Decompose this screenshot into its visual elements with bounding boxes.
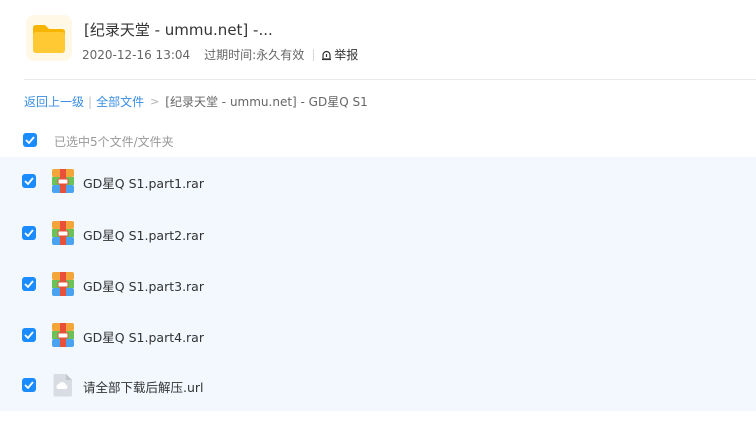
share-title: [纪录天堂 - ummu.net] -... bbox=[84, 21, 273, 39]
file-name[interactable]: GD星Q S1.part3.rar bbox=[83, 276, 204, 295]
file-list: GD星Q S1.part1.rar GD星Q S1.part2.rar GD星Q… bbox=[0, 157, 756, 411]
rar-archive-icon bbox=[52, 169, 74, 193]
file-checkbox[interactable] bbox=[22, 378, 36, 392]
selection-bar: 已选中5个文件/文件夹 bbox=[0, 128, 756, 154]
file-row[interactable]: GD星Q S1.part3.rar bbox=[0, 260, 756, 308]
header-divider bbox=[24, 79, 756, 80]
select-all-checkbox[interactable] bbox=[23, 133, 37, 147]
share-meta: 2020-12-16 13:04 过期时间: 永久有效 举报 bbox=[82, 46, 358, 63]
rar-archive-icon bbox=[52, 323, 74, 347]
file-checkbox[interactable] bbox=[22, 226, 36, 240]
checkmark-icon bbox=[24, 381, 34, 389]
url-file-icon bbox=[53, 374, 72, 397]
file-checkbox[interactable] bbox=[22, 174, 36, 188]
expire-label: 过期时间: bbox=[204, 48, 257, 62]
file-checkbox[interactable] bbox=[22, 277, 36, 291]
checkmark-icon bbox=[24, 177, 34, 185]
breadcrumb-current: [纪录天堂 - ummu.net] - GD星Q S1 bbox=[165, 95, 368, 109]
meta-divider bbox=[313, 48, 315, 61]
checkmark-icon bbox=[24, 331, 34, 339]
report-icon bbox=[322, 50, 332, 60]
checkmark-icon bbox=[24, 280, 34, 288]
file-row[interactable]: 请全部下载后解压.url bbox=[0, 361, 756, 409]
file-row[interactable]: GD星Q S1.part4.rar bbox=[0, 311, 756, 359]
file-checkbox[interactable] bbox=[22, 328, 36, 342]
file-name[interactable]: GD星Q S1.part1.rar bbox=[83, 173, 204, 192]
file-name[interactable]: GD星Q S1.part2.rar bbox=[83, 225, 204, 244]
breadcrumb: 返回上一级 | 全部文件 > [纪录天堂 - ummu.net] - GD星Q … bbox=[24, 93, 368, 110]
share-date: 2020-12-16 13:04 bbox=[82, 47, 191, 62]
folder-icon bbox=[26, 15, 72, 61]
breadcrumb-all-files-link[interactable]: 全部文件 bbox=[96, 93, 144, 110]
chevron-right-icon: > bbox=[150, 95, 160, 108]
rar-archive-icon bbox=[52, 272, 74, 296]
file-row[interactable]: GD星Q S1.part2.rar bbox=[0, 209, 756, 257]
breadcrumb-back-link[interactable]: 返回上一级 bbox=[24, 93, 84, 110]
share-header: [纪录天堂 - ummu.net] -... 2020-12-16 13:04 … bbox=[0, 0, 756, 80]
checkmark-icon bbox=[25, 136, 35, 144]
rar-archive-icon bbox=[52, 221, 74, 245]
checkmark-icon bbox=[24, 229, 34, 237]
file-row[interactable]: GD星Q S1.part1.rar bbox=[0, 157, 756, 205]
expire-value: 永久有效 bbox=[256, 48, 305, 62]
selection-count-text: 已选中5个文件/文件夹 bbox=[54, 135, 174, 149]
file-name[interactable]: 请全部下载后解压.url bbox=[83, 377, 204, 396]
breadcrumb-separator: | bbox=[88, 94, 93, 109]
report-button[interactable]: 举报 bbox=[321, 46, 358, 63]
file-name[interactable]: GD星Q S1.part4.rar bbox=[83, 327, 204, 346]
report-label: 举报 bbox=[334, 48, 359, 62]
